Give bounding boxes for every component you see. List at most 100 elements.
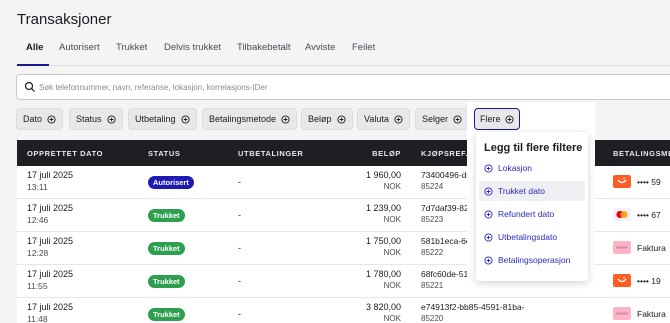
plus-circle-icon <box>47 114 56 124</box>
purchase-ref-number: 85224 <box>421 182 444 191</box>
status-badge: Trukket <box>148 275 185 288</box>
created-time: 13:11 <box>27 182 48 192</box>
payment-method-text: •••• 67 <box>637 210 661 220</box>
plus-circle-icon <box>106 114 116 124</box>
filter-chip-currency[interactable]: Valuta <box>357 108 410 130</box>
payout-value: - <box>238 177 241 187</box>
column-header-amount[interactable]: BELØP <box>372 149 401 158</box>
dropdown-item-label: Refundert dato <box>498 209 555 219</box>
column-header-status[interactable]: STATUS <box>148 149 181 158</box>
dropdown-item-payment-operation[interactable]: Betalingsoperasjon <box>479 250 585 270</box>
amount-value: 1 780,00 <box>365 269 401 279</box>
payout-value: - <box>238 309 241 319</box>
payment-method-text: •••• 19 <box>637 276 661 286</box>
tab-authorized[interactable]: Autorisert <box>59 42 100 53</box>
filter-chip-status[interactable]: Status <box>69 108 123 130</box>
column-header-purchase-ref[interactable]: KJØPSREF. <box>421 149 468 158</box>
purchase-ref: 581b1eca-6c <box>421 236 471 246</box>
plus-circle-icon <box>336 114 346 124</box>
column-header-created[interactable]: OPPRETTET DATO <box>27 149 103 158</box>
plus-circle-icon <box>484 209 493 219</box>
tab-bar: Alle Autorisert Trukket Delvis trukket T… <box>17 36 670 66</box>
filter-chip-label: Dato <box>23 114 43 124</box>
created-date: 17 juli 2025 <box>27 203 74 213</box>
amount-value: 1 750,00 <box>365 236 401 246</box>
mastercard-icon <box>613 208 631 221</box>
filter-chip-label: Betalingsmetode <box>209 114 277 124</box>
created-date: 17 juli 2025 <box>27 236 74 246</box>
column-header-payment-method[interactable]: BETALINGSMET <box>613 149 670 158</box>
payment-method-text: Faktura <box>637 309 666 319</box>
dropdown-item-label: Utbetalingsdato <box>498 232 558 242</box>
dropdown-item-location[interactable]: Lokasjon <box>479 158 585 178</box>
active-tab-indicator <box>17 64 49 66</box>
klarna-icon <box>613 241 631 254</box>
amount-value: 1 239,00 <box>365 203 401 213</box>
purchase-ref: 73400496-dc <box>421 170 471 180</box>
search-box <box>16 74 670 100</box>
tab-failed[interactable]: Feilet <box>352 42 375 53</box>
dropdown-item-payout-date[interactable]: Utbetalingsdato <box>479 227 585 247</box>
tab-partially-captured[interactable]: Delvis trukket <box>164 42 221 53</box>
created-time: 11:48 <box>27 314 48 323</box>
plus-circle-icon <box>484 163 493 173</box>
amount-value: 1 960,00 <box>365 170 401 180</box>
currency-value: NOK <box>383 281 401 290</box>
created-date: 17 juli 2025 <box>27 170 74 180</box>
plus-circle-icon <box>484 232 493 242</box>
vipps-icon <box>613 274 631 287</box>
filter-chip-payment-method[interactable]: Betalingsmetode <box>202 108 298 130</box>
more-filters-button[interactable]: Flere <box>474 108 520 130</box>
created-time: 12:28 <box>27 248 49 258</box>
purchase-ref: 68fc60de-51 <box>421 269 469 279</box>
status-badge: Autorisert <box>148 176 194 189</box>
filter-chip-payout[interactable]: Utbetaling <box>128 108 197 130</box>
dropdown-item-label: Trukket dato <box>498 186 545 196</box>
filter-chip-label: Valuta <box>364 114 389 124</box>
currency-value: NOK <box>383 182 401 191</box>
status-badge: Trukket <box>148 209 185 222</box>
filter-chip-label: Status <box>76 114 102 124</box>
tab-all[interactable]: Alle <box>26 42 43 53</box>
page-title: Transaksjoner <box>17 11 112 28</box>
search-icon <box>24 81 35 92</box>
dropdown-title: Legg til flere filtere <box>484 142 583 154</box>
dropdown-item-label: Lokasjon <box>498 163 533 173</box>
table-row[interactable]: 17 juli 2025 11:48 Trukket - 3 820,00 NO… <box>17 298 670 323</box>
purchase-ref-number: 85222 <box>421 248 444 257</box>
filter-chip-label: Utbetaling <box>135 114 176 124</box>
payment-method-text: Faktura <box>637 243 666 253</box>
search-input[interactable] <box>39 79 639 95</box>
purchase-ref-number: 85221 <box>421 281 444 290</box>
more-filters-label: Flere <box>480 114 501 124</box>
tab-refunded[interactable]: Tilbakebetalt <box>237 42 291 53</box>
currency-value: NOK <box>383 215 401 224</box>
purchase-ref-number: 85223 <box>421 215 444 224</box>
vipps-icon <box>613 175 631 188</box>
currency-value: NOK <box>383 248 401 257</box>
column-header-payouts[interactable]: UTBETALINGER <box>238 149 303 158</box>
payment-method-text: •••• 59 <box>637 177 661 187</box>
purchase-ref: 7d7daf39-82 <box>421 203 469 213</box>
purchase-ref-number: 85220 <box>421 314 444 323</box>
plus-circle-icon <box>281 114 290 124</box>
plus-circle-icon <box>453 114 462 124</box>
filter-chip-label: Beløp <box>308 114 332 124</box>
plus-circle-icon <box>394 114 403 124</box>
filter-chip-amount[interactable]: Beløp <box>301 108 353 130</box>
amount-value: 3 820,00 <box>365 302 401 312</box>
currency-value: NOK <box>383 314 401 323</box>
plus-circle-icon <box>484 255 493 265</box>
dropdown-item-captured-date[interactable]: Trukket dato <box>479 181 585 201</box>
created-date: 17 juli 2025 <box>27 302 74 312</box>
filter-chip-label: Selger <box>422 114 449 124</box>
tab-captured[interactable]: Trukket <box>116 42 147 53</box>
created-time: 12:46 <box>27 215 49 225</box>
plus-circle-icon <box>180 114 190 124</box>
filter-chip-seller[interactable]: Selger <box>415 108 470 130</box>
dropdown-item-refunded-date[interactable]: Refundert dato <box>479 204 585 224</box>
tab-rejected[interactable]: Avviste <box>305 42 335 53</box>
plus-circle-icon <box>504 114 514 124</box>
filter-chip-date[interactable]: Dato <box>16 108 64 130</box>
purchase-ref: e74913f2-bb85-4591-81ba- <box>421 302 525 312</box>
